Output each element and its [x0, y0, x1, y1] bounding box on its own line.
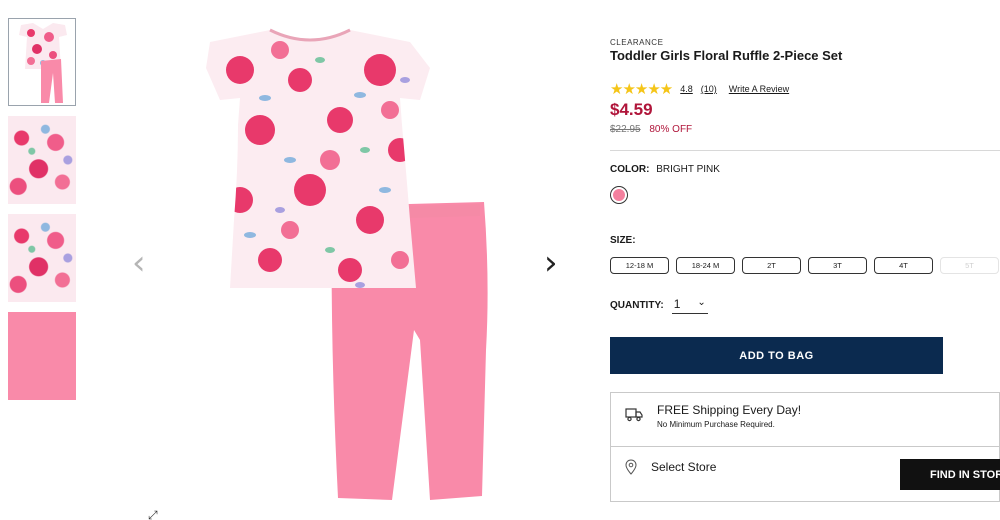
thumbnail-pants-detail[interactable]	[8, 312, 76, 400]
find-in-store-button[interactable]: FIND IN STORE	[900, 459, 1000, 490]
select-store-label: Select Store	[651, 460, 717, 474]
next-image-arrow-icon[interactable]: ›	[544, 246, 558, 280]
rating-row: ★★★★★ 4.8 (10) Write A Review	[610, 80, 789, 98]
review-count-link[interactable]: (10)	[701, 84, 717, 94]
size-options: 12-18 M 18-24 M 2T 3T 4T 5T	[610, 257, 999, 274]
select-store-row[interactable]: Select Store	[625, 459, 716, 475]
truck-icon	[625, 408, 643, 422]
color-swatch-bright-pink[interactable]	[610, 186, 628, 204]
shipping-subtitle: No Minimum Purchase Required.	[657, 420, 775, 429]
thumbnail-gallery	[8, 18, 78, 410]
rating-stars-icon: ★★★★★	[610, 80, 673, 98]
product-title: Toddler Girls Floral Ruffle 2-Piece Set	[610, 48, 843, 63]
original-price: $22.95	[610, 124, 641, 135]
divider	[611, 446, 999, 447]
thumbnail-outfit[interactable]	[8, 18, 76, 106]
quantity-select[interactable]: 1 ⌄	[671, 297, 708, 314]
sale-price: $4.59	[610, 100, 653, 119]
color-label: COLOR:	[610, 164, 650, 175]
thumbnail-sleeve-detail[interactable]	[8, 116, 76, 204]
previous-image-arrow-icon[interactable]: ‹	[132, 246, 146, 280]
rating-value-link[interactable]: 4.8	[680, 84, 693, 94]
size-option-18-24m[interactable]: 18-24 M	[676, 257, 735, 274]
size-label: SIZE:	[610, 235, 636, 246]
discount-label: 80% OFF	[649, 124, 693, 135]
main-product-image	[130, 20, 570, 510]
quantity-label: QUANTITY:	[610, 300, 664, 311]
size-option-5t[interactable]: 5T	[940, 257, 999, 274]
divider	[610, 150, 1000, 151]
expand-icon[interactable]: ⤢	[148, 508, 158, 520]
color-label-row: COLOR: BRIGHT PINK	[610, 164, 720, 175]
thumbnail-print-detail[interactable]	[8, 214, 76, 302]
write-review-link[interactable]: Write A Review	[729, 84, 789, 94]
shipping-title: FREE Shipping Every Day!	[657, 403, 802, 417]
location-pin-icon	[625, 459, 637, 475]
size-option-2t[interactable]: 2T	[742, 257, 801, 274]
quantity-value: 1	[673, 297, 681, 311]
clearance-badge: CLEARANCE	[610, 38, 664, 47]
quantity-row: QUANTITY: 1 ⌄	[610, 297, 708, 314]
color-value: BRIGHT PINK	[656, 164, 720, 175]
size-option-3t[interactable]: 3T	[808, 257, 867, 274]
free-shipping-row: FREE Shipping Every Day! No Minimum Purc…	[625, 403, 801, 429]
add-to-bag-button[interactable]: ADD TO BAG	[610, 337, 943, 374]
product-info-panel: CLEARANCE Toddler Girls Floral Ruffle 2-…	[610, 0, 1000, 520]
size-option-4t[interactable]: 4T	[874, 257, 933, 274]
size-option-12-18m[interactable]: 12-18 M	[610, 257, 669, 274]
chevron-down-icon: ⌄	[697, 297, 706, 308]
thumbnail-outfit-image	[9, 19, 75, 105]
original-price-line: $22.95 80% OFF	[610, 124, 692, 135]
